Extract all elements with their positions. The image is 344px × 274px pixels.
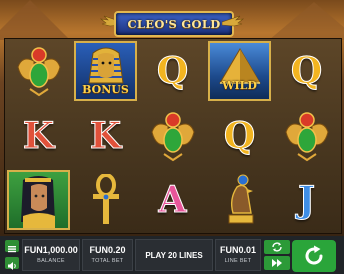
balance-label: BALANCE (37, 258, 65, 264)
reel-5: Q J (273, 39, 341, 233)
letter-symbol-a: A (158, 179, 187, 222)
pyramid-left-decoration (0, 0, 70, 40)
balance-panel: FUN1,000.00 BALANCE (22, 239, 80, 271)
reel-cell: A (139, 168, 206, 233)
menu-button[interactable] (5, 240, 19, 253)
bonus-tile: BONUS (74, 41, 137, 101)
wing-right-icon (222, 15, 244, 27)
letter-symbol-k: K (22, 114, 55, 157)
bonus-label: BONUS (82, 83, 129, 96)
reel-cell (5, 39, 72, 104)
autoplay-button[interactable] (264, 240, 290, 254)
reel-cell: Q (273, 39, 340, 104)
reel-cell: WILD (206, 39, 273, 104)
total-bet-value: FUN0.20 (89, 245, 126, 255)
reel-cell: K (5, 104, 72, 169)
letter-symbol-q: Q (223, 114, 256, 157)
slot-game: CLEO'S GOLD K BONUS K Q A WILD Q Q J FUN… (0, 0, 344, 274)
line-bet-label: LINE BET (224, 258, 252, 264)
title-plate: CLEO'S GOLD (114, 11, 234, 37)
reel-cell: BONUS (72, 39, 139, 104)
reel-1: K (5, 39, 73, 233)
wild-label: WILD (222, 79, 257, 92)
green-scarab-icon (284, 112, 329, 162)
total-bet-label: TOTAL BET (91, 258, 124, 264)
reel-cell (206, 168, 273, 233)
balance-value: FUN1,000.00 (24, 245, 78, 255)
reel-4: WILD Q (206, 39, 274, 233)
pyramid-right-decoration (269, 2, 344, 40)
reel-cell: K (72, 104, 139, 169)
spin-button[interactable] (292, 240, 336, 272)
autoplay-icon (272, 242, 282, 252)
line-bet-value: FUN0.01 (219, 245, 256, 255)
reel-3: Q A (139, 39, 207, 233)
game-logo: CLEO'S GOLD (100, 6, 244, 37)
cleopatra-tile (7, 170, 70, 231)
reel-cell (139, 104, 206, 169)
line-bet-panel: FUN0.01 LINE BET (215, 239, 261, 271)
cleopatra-icon (21, 176, 55, 229)
speaker-icon (8, 262, 16, 270)
reel-cell: J (273, 168, 340, 233)
menu-icon (8, 246, 16, 253)
reel-cell (5, 168, 72, 233)
play-lines-button[interactable]: PLAY 20 LINES (135, 239, 213, 271)
turbo-button[interactable] (264, 256, 290, 270)
letter-symbol-j: J (297, 179, 316, 222)
green-scarab-icon (150, 112, 195, 162)
sound-button[interactable] (5, 257, 19, 270)
game-title: CLEO'S GOLD (127, 17, 221, 31)
total-bet-panel: FUN0.20 TOTAL BET (82, 239, 133, 271)
pharaoh-mask-icon (88, 47, 124, 84)
green-scarab-icon (16, 47, 61, 97)
play-lines-label: PLAY 20 LINES (145, 250, 203, 260)
ankh-icon (92, 174, 119, 225)
wild-tile: WILD (208, 41, 271, 101)
reel-cell: Q (206, 104, 273, 169)
letter-symbol-k: K (89, 114, 122, 157)
reel-2: BONUS K (72, 39, 140, 233)
reel-cell: Q (139, 39, 206, 104)
spin-icon (305, 245, 323, 265)
letter-symbol-q: Q (156, 50, 189, 93)
fast-forward-icon (272, 259, 282, 267)
reel-cell (273, 104, 340, 169)
falcon-statue-icon (228, 174, 253, 224)
reel-cell (72, 168, 139, 233)
reel-grid: K BONUS K Q A WILD Q Q J (4, 38, 342, 234)
letter-symbol-q: Q (290, 50, 323, 93)
